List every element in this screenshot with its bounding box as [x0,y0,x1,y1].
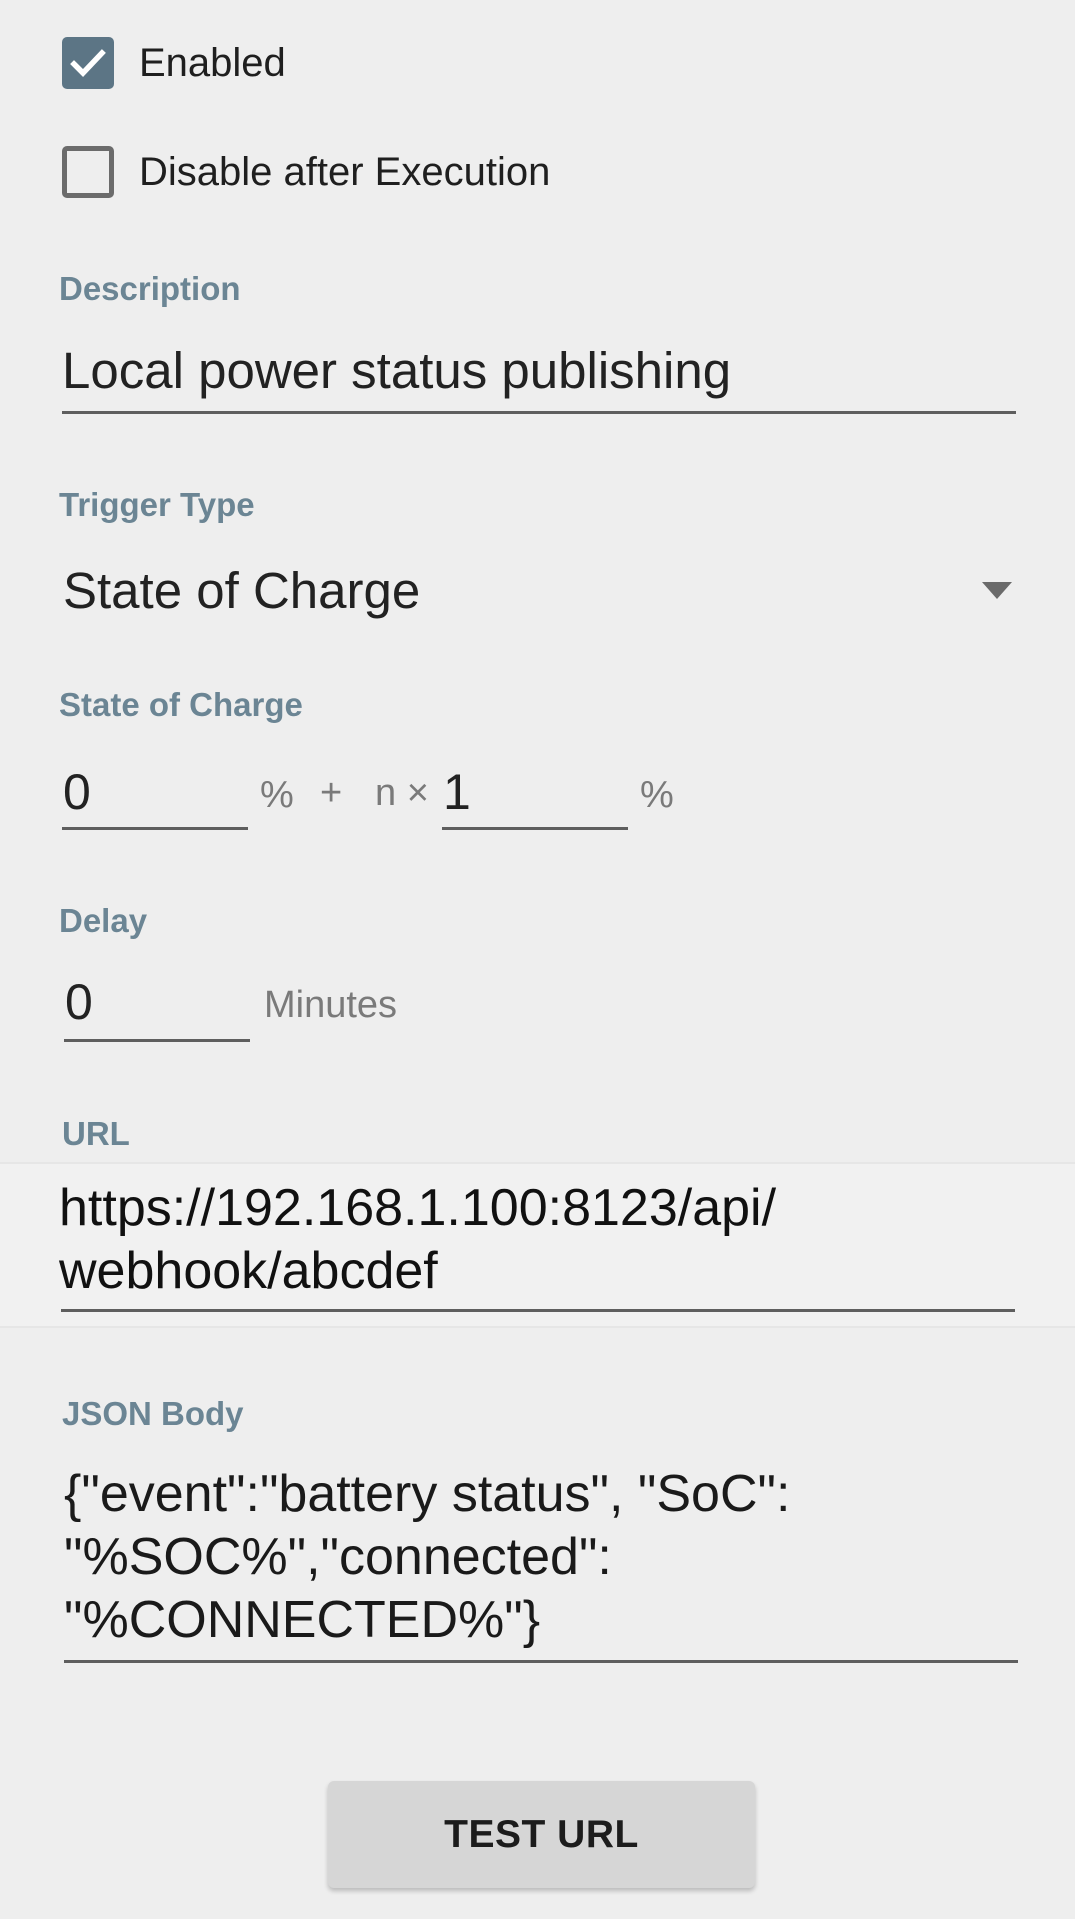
soc-step-underline [442,827,628,830]
trigger-type-label: Trigger Type [59,486,255,523]
soc-base-underline [62,827,248,830]
enabled-checkbox[interactable] [62,37,114,89]
delay-unit: Minutes [264,984,398,1026]
soc-step-input[interactable]: 1 [443,763,471,821]
delay-label: Delay [59,902,148,939]
url-input[interactable]: https://192.168.1.100:8123/api/ webhook/… [59,1177,776,1303]
enabled-checkbox-row[interactable]: Enabled [62,37,286,89]
delay-input[interactable]: 0 [65,973,93,1031]
description-label: Description [59,270,241,307]
url-underline [61,1309,1015,1312]
soc-base-unit: % [260,774,294,816]
disable-after-execution-label: Disable after Execution [139,149,551,194]
soc-base-input[interactable]: 0 [63,763,91,821]
json-body-input[interactable]: {"event":"battery status", "SoC": "%SOC%… [64,1463,790,1652]
dropdown-arrow-icon[interactable] [982,582,1012,599]
trigger-type-select[interactable]: State of Charge [63,561,420,620]
check-icon [70,49,106,77]
soc-multiplier: n × [375,772,429,814]
url-label: URL [62,1115,130,1152]
json-body-underline [64,1660,1018,1663]
state-of-charge-label: State of Charge [59,686,303,723]
disable-after-execution-checkbox[interactable] [62,146,114,198]
disable-after-execution-row[interactable]: Disable after Execution [62,146,550,198]
json-body-label: JSON Body [62,1395,244,1432]
soc-plus-sign: + [320,772,343,814]
enabled-label: Enabled [139,40,286,85]
soc-step-unit: % [640,774,674,816]
test-url-button[interactable]: TEST URL [328,1781,755,1888]
delay-underline [64,1039,250,1042]
description-input[interactable]: Local power status publishing [62,341,731,400]
description-underline [62,411,1016,414]
